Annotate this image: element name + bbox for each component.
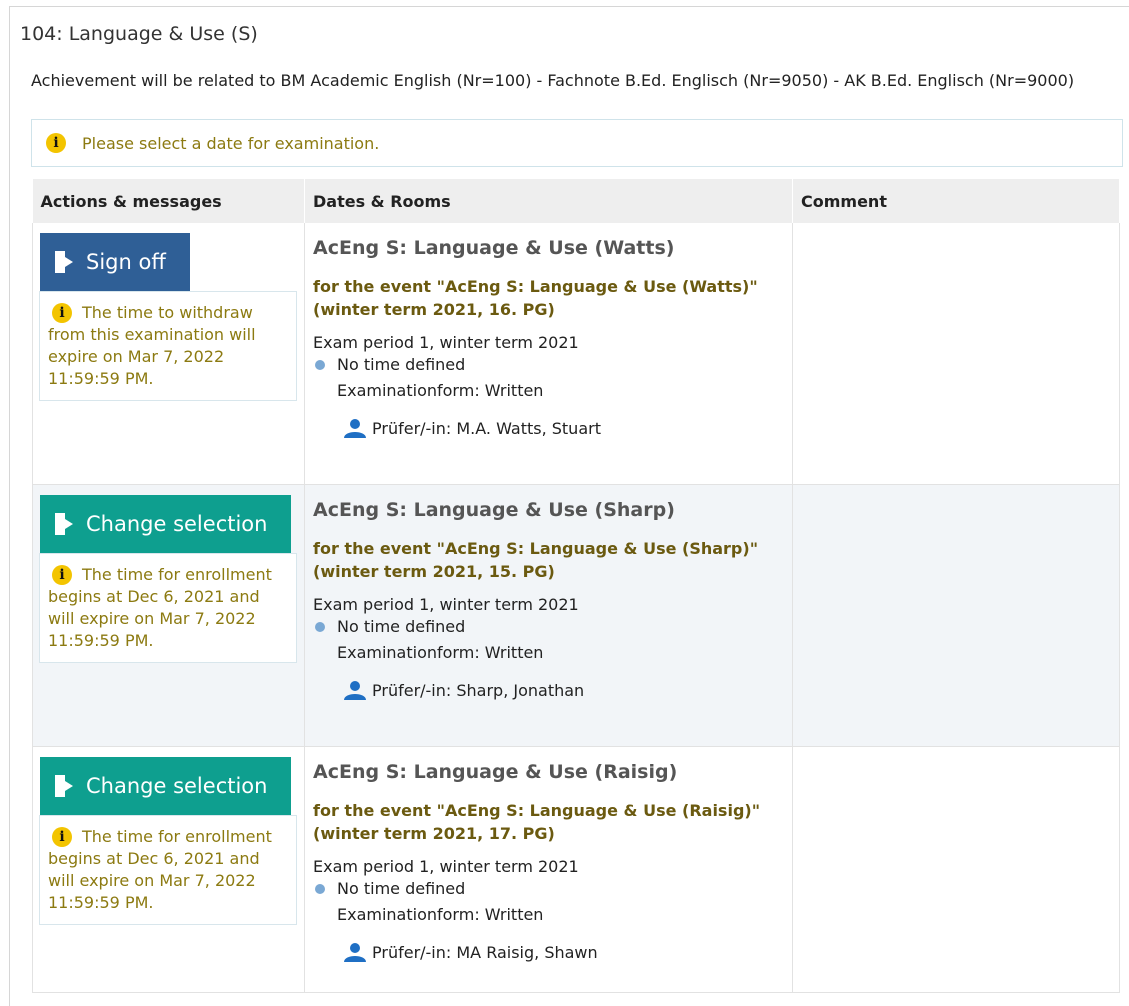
info-icon: i	[52, 565, 72, 585]
time-line: No time defined	[313, 614, 784, 640]
examiner-text: Prüfer/-in: Sharp, Jonathan	[372, 680, 585, 700]
event-title: AcEng S: Language & Use (Sharp)	[313, 499, 675, 521]
event-subtitle: for the event "AcEng S: Language & Use (…	[313, 539, 759, 581]
actions-cell: Change selection i The time for enrollme…	[32, 484, 305, 747]
examiner: Prüfer/-in: MA Raisig, Shawn	[313, 942, 784, 962]
examiner-text: Prüfer/-in: MA Raisig, Shawn	[372, 942, 598, 962]
relation-text: Achievement will be related to BM Academ…	[31, 71, 1075, 90]
dates-rooms-cell: AcEng S: Language & Use (Raisig) for the…	[304, 746, 793, 993]
table-row: Sign off i The time to withdraw from thi…	[32, 223, 1120, 485]
withdraw-message: i The time to withdraw from this examina…	[39, 291, 297, 401]
change-selection-label: Change selection	[86, 774, 268, 798]
door-exit-icon	[55, 251, 73, 273]
header-actions: Actions & messages	[32, 179, 305, 223]
exam-period: Exam period 1, winter term 2021	[313, 595, 579, 614]
exam-table: Actions & messages Dates & Rooms Comment…	[32, 179, 1120, 993]
comment-cell	[792, 746, 1120, 993]
change-selection-button[interactable]: Change selection	[40, 757, 291, 815]
bullet-dot	[315, 622, 325, 632]
examiner: Prüfer/-in: M.A. Watts, Stuart	[313, 418, 784, 438]
info-icon: i	[52, 827, 72, 847]
examiner: Prüfer/-in: Sharp, Jonathan	[313, 680, 784, 700]
notice-text: Please select a date for examination.	[82, 133, 380, 153]
table-row: Change selection i The time for enrollme…	[32, 484, 1120, 747]
time-text: No time defined	[337, 617, 466, 636]
time-line: No time defined	[313, 352, 784, 378]
actions-cell: Change selection i The time for enrollme…	[32, 746, 305, 993]
select-date-notice: i Please select a date for examination.	[31, 119, 1123, 167]
event-subtitle: for the event "AcEng S: Language & Use (…	[313, 801, 761, 843]
person-icon	[344, 681, 366, 700]
bullet-dot	[315, 884, 325, 894]
sign-off-label: Sign off	[86, 250, 166, 274]
change-selection-button[interactable]: Change selection	[40, 495, 291, 553]
page-title: 104: Language & Use (S)	[20, 23, 258, 45]
person-icon	[344, 943, 366, 962]
info-icon: i	[46, 133, 66, 153]
exam-form: Examinationform: Written	[337, 643, 544, 662]
message-text: The time for enrollment begins at Dec 6,…	[48, 565, 272, 650]
examiner-text: Prüfer/-in: M.A. Watts, Stuart	[372, 418, 601, 438]
header-comment: Comment	[792, 179, 1120, 223]
door-exit-icon	[55, 775, 73, 797]
bullet-dot	[315, 360, 325, 370]
info-icon: i	[52, 303, 72, 323]
enrollment-message: i The time for enrollment begins at Dec …	[39, 553, 297, 663]
table-row: Change selection i The time for enrollme…	[32, 746, 1120, 993]
dates-rooms-cell: AcEng S: Language & Use (Watts) for the …	[304, 223, 793, 485]
message-text: The time for enrollment begins at Dec 6,…	[48, 827, 272, 912]
enrollment-message: i The time for enrollment begins at Dec …	[39, 815, 297, 925]
person-icon	[344, 419, 366, 438]
message-text: The time to withdraw from this examinati…	[48, 303, 256, 388]
table-header-row: Actions & messages Dates & Rooms Comment	[32, 179, 1120, 223]
dates-rooms-cell: AcEng S: Language & Use (Sharp) for the …	[304, 484, 793, 747]
time-line: No time defined	[313, 876, 784, 902]
comment-cell	[792, 223, 1120, 485]
exam-form: Examinationform: Written	[337, 905, 544, 924]
event-subtitle: for the event "AcEng S: Language & Use (…	[313, 277, 758, 319]
exam-period: Exam period 1, winter term 2021	[313, 857, 579, 876]
actions-cell: Sign off i The time to withdraw from thi…	[32, 223, 305, 485]
time-text: No time defined	[337, 879, 466, 898]
exam-period: Exam period 1, winter term 2021	[313, 333, 579, 352]
time-text: No time defined	[337, 355, 466, 374]
change-selection-label: Change selection	[86, 512, 268, 536]
comment-cell	[792, 484, 1120, 747]
event-title: AcEng S: Language & Use (Raisig)	[313, 761, 678, 783]
door-exit-icon	[55, 513, 73, 535]
event-title: AcEng S: Language & Use (Watts)	[313, 237, 675, 259]
exam-form: Examinationform: Written	[337, 381, 544, 400]
header-dates-rooms: Dates & Rooms	[304, 179, 793, 223]
sign-off-button[interactable]: Sign off	[40, 233, 190, 291]
